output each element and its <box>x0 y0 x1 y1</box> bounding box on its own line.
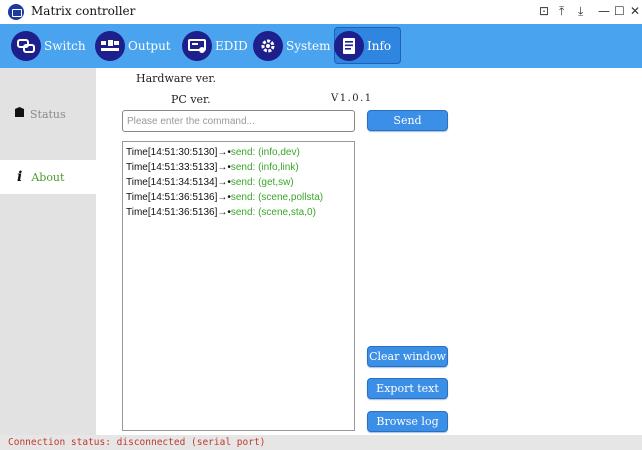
main-toolbar: Switch Output EDID System Info <box>0 24 642 68</box>
app-logo-icon <box>8 4 24 20</box>
log-line: Time[14:51:33:5133]→•send: (info,link) <box>126 160 351 175</box>
command-input[interactable] <box>122 110 355 132</box>
minimize-button[interactable]: — <box>598 3 610 19</box>
export-text-button[interactable]: Export text <box>367 378 448 399</box>
sidebar-item-about[interactable]: i About <box>0 160 96 194</box>
status-icon <box>14 105 25 123</box>
screenshot-icon[interactable]: ⊡ <box>539 3 549 19</box>
tab-edid[interactable]: EDID <box>182 27 248 64</box>
title-bar: Matrix controller ⊡ ⤒ ⤓ — ☐ ✕ <box>0 0 642 24</box>
clear-window-button[interactable]: Clear window <box>367 346 448 367</box>
tab-info-label: Info <box>367 38 392 53</box>
tab-switch-label: Switch <box>44 38 86 53</box>
log-line: Time[14:51:30:5130]→•send: (info,dev) <box>126 145 351 160</box>
log-line: Time[14:51:36:5136]→•send: (scene,sta,0) <box>126 205 351 220</box>
connection-status: Connection status: disconnected (serial … <box>8 437 266 448</box>
log-line: Time[14:51:36:5136]→•send: (scene,pollst… <box>126 190 351 205</box>
tab-switch[interactable]: Switch <box>11 27 86 64</box>
log-timestamp: Time[14:51:33:5133]→• <box>126 162 231 173</box>
tab-edid-label: EDID <box>215 38 248 53</box>
pc-version-label: PC ver. <box>171 93 211 106</box>
pc-version-value: V1.0.1 <box>331 93 373 104</box>
log-command: send: (info,link) <box>230 162 299 173</box>
download-icon[interactable]: ⤓ <box>578 3 583 19</box>
log-line: Time[14:51:34:5134]→•send: (get,sw) <box>126 175 351 190</box>
pin-icon[interactable]: ⤒ <box>559 3 564 19</box>
sidebar: Status i About <box>0 68 96 435</box>
send-button[interactable]: Send <box>367 110 448 131</box>
hardware-version-label: Hardware ver. <box>136 72 216 85</box>
about-i-icon: i <box>17 169 23 185</box>
log-timestamp: Time[14:51:34:5134]→• <box>126 177 231 188</box>
log-command: send: (info,dev) <box>230 147 300 158</box>
log-window[interactable]: Time[14:51:30:5130]→•send: (info,dev) Ti… <box>122 141 355 431</box>
sidebar-item-about-label: About <box>31 170 65 184</box>
switch-icon <box>11 30 41 61</box>
tab-info[interactable]: Info <box>334 27 401 64</box>
tab-output[interactable]: Output <box>95 27 171 64</box>
log-command: send: (scene,pollsta) <box>230 192 324 203</box>
log-command: send: (get,sw) <box>230 177 294 188</box>
browse-log-button[interactable]: Browse log <box>367 411 448 432</box>
system-gear-icon <box>253 30 283 61</box>
output-icon <box>95 30 125 61</box>
sidebar-item-status-label: Status <box>30 107 66 121</box>
tab-output-label: Output <box>128 38 171 53</box>
tab-system[interactable]: System <box>253 27 330 64</box>
sidebar-item-status[interactable]: Status <box>0 97 96 131</box>
log-timestamp: Time[14:51:30:5130]→• <box>126 147 231 158</box>
tab-system-label: System <box>286 38 331 53</box>
log-command: send: (scene,sta,0) <box>230 207 316 218</box>
edid-icon <box>182 30 212 61</box>
info-document-icon <box>334 30 364 61</box>
status-bar: Connection status: disconnected (serial … <box>0 435 642 450</box>
log-timestamp: Time[14:51:36:5136]→• <box>126 207 231 218</box>
close-button[interactable]: ✕ <box>630 3 640 19</box>
window-title: Matrix controller <box>31 4 136 18</box>
maximize-button[interactable]: ☐ <box>614 3 625 19</box>
log-timestamp: Time[14:51:36:5136]→• <box>126 192 231 203</box>
